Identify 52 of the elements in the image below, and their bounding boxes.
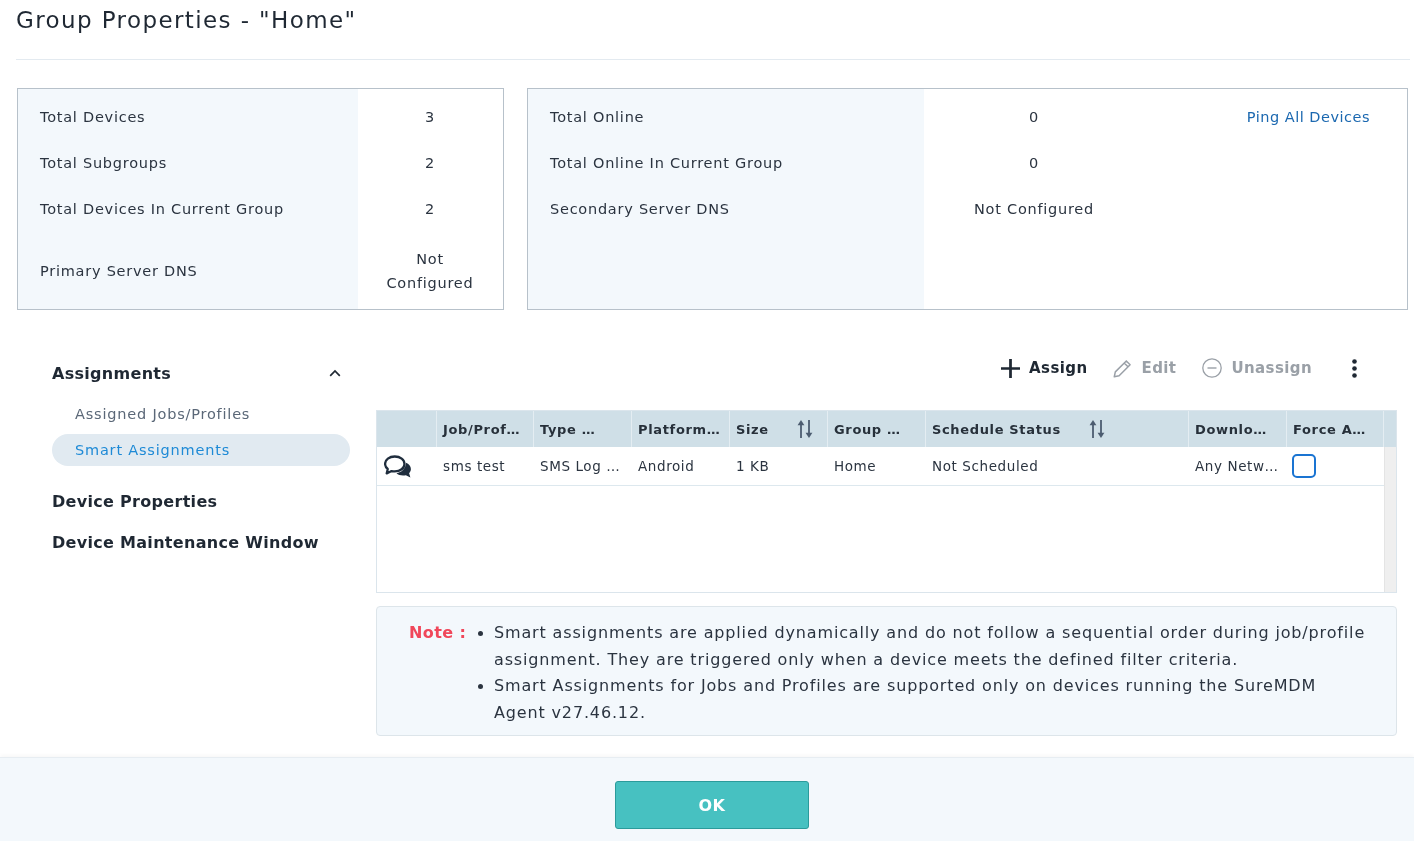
- chevron-up-icon[interactable]: [329, 369, 341, 377]
- stat-label: Total Online In Current Group: [549, 155, 784, 171]
- table-cell-text: 1 KB: [735, 457, 771, 476]
- minus-circle-icon: [1202, 358, 1223, 378]
- sort-icon[interactable]: [1088, 419, 1105, 439]
- stat-label: Primary Server DNS: [39, 262, 199, 279]
- stat-value: 2: [424, 154, 436, 173]
- stat-value: 3: [424, 108, 436, 127]
- table-cell-text: Any Netw…: [1194, 457, 1280, 476]
- note-text: Smart assignments are applied dynamically and do not follow a sequential order during job/profile assignment. They are triggered only when a device meets the defined filter criteria.: [494, 622, 1367, 671]
- sidebar-heading[interactable]: Device Maintenance Window: [52, 527, 350, 557]
- table-cell-text: Android: [637, 457, 696, 476]
- sidebar-heading[interactable]: Assignments: [52, 358, 350, 388]
- table-cell-text: Home: [833, 457, 878, 476]
- table-cell-text: sms test: [442, 457, 507, 476]
- checkbox[interactable]: [1292, 454, 1316, 478]
- stat-label: Total Subgroups: [39, 155, 168, 171]
- stat-label: Secondary Server DNS: [549, 201, 731, 217]
- sidebar-item[interactable]: Assigned Jobs/Profiles: [52, 398, 350, 430]
- column-header[interactable]: Force A…: [1287, 411, 1384, 447]
- stat-value: Not Configured: [973, 200, 1095, 219]
- scrollbar-track[interactable]: [1384, 447, 1396, 592]
- stat-label: Total Devices In Current Group: [39, 201, 285, 217]
- stat-value: Not Configured: [385, 249, 475, 293]
- chat-bubbles-icon: [384, 454, 411, 478]
- ping-link[interactable]: Ping All Devices: [1246, 109, 1370, 125]
- table-cell-text: SMS Log …: [539, 457, 622, 476]
- stat-label: Total Devices: [39, 109, 147, 125]
- column-header[interactable]: Downlo…: [1189, 411, 1287, 447]
- add-button[interactable]: Assign: [995, 352, 1094, 384]
- stat-value: 0: [1028, 108, 1040, 127]
- column-header[interactable]: Job/Prof…: [437, 411, 534, 447]
- pencil-icon: [1113, 358, 1133, 378]
- column-header[interactable]: Platform…: [632, 411, 730, 447]
- stat-value: 0: [1028, 154, 1040, 173]
- column-header[interactable]: Size: [730, 411, 828, 447]
- stat-value: 2: [424, 200, 436, 219]
- bullet-icon: [478, 684, 483, 689]
- sidebar-heading[interactable]: Device Properties: [52, 486, 350, 516]
- column-header[interactable]: Type …: [534, 411, 632, 447]
- vertical-dots-icon: [1352, 358, 1357, 378]
- sort-icon[interactable]: [796, 419, 813, 439]
- bullet-icon: [478, 631, 483, 636]
- table-cell-text: Not Scheduled: [931, 457, 1040, 476]
- plus-icon: [1001, 358, 1021, 378]
- column-header[interactable]: Schedule Status: [926, 411, 1189, 447]
- dialog-title: Group Properties - "Home": [16, 6, 357, 34]
- column-header[interactable]: Group …: [828, 411, 926, 447]
- note-label: Note :: [409, 622, 468, 644]
- note-text: Smart Assignments for Jobs and Profiles are supported only on devices running the SureMDM Agent v27.46.12.: [494, 675, 1318, 724]
- stat-label: Total Online: [549, 109, 646, 125]
- table-row[interactable]: sms test SMS Log … Android 1 KB Home Not Scheduled Any Netw…: [377, 447, 1384, 486]
